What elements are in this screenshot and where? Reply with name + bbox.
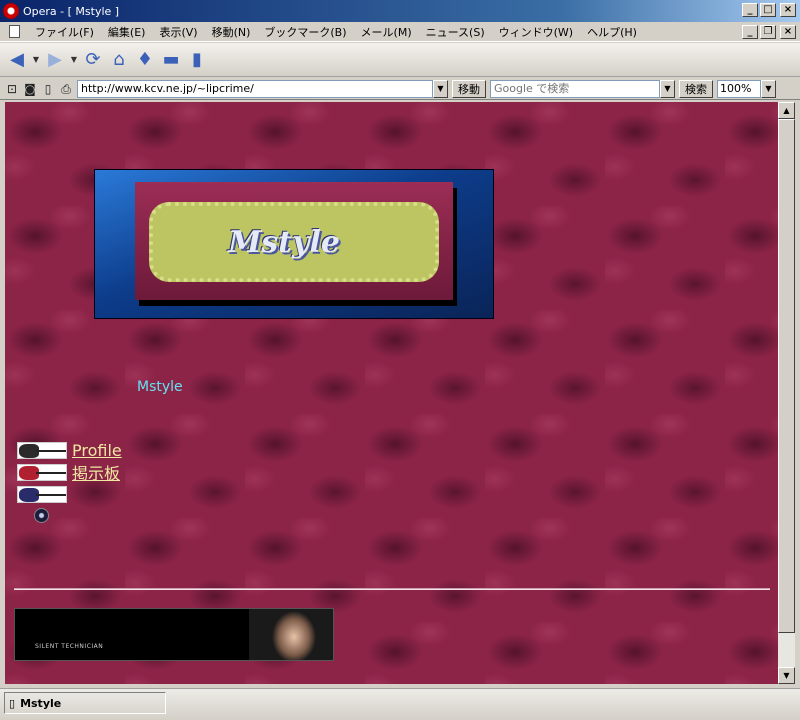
doc-restore-button[interactable]: ❐: [760, 25, 776, 39]
nav-link-profile[interactable]: Profile: [72, 441, 122, 460]
site-banner-image: Mstyle: [94, 169, 494, 319]
page-tab[interactable]: ▯ Mstyle: [4, 692, 166, 714]
menu-view[interactable]: 表示(V): [152, 24, 204, 40]
window-titlebar: Opera - [ Mstyle ] _ □ ×: [0, 0, 800, 22]
nav-item-profile: Profile: [17, 439, 122, 461]
navigation-toolbar: ◀ ▼ ▶ ▼ ⟳ ⌂ ♦ ▬ ▮: [0, 43, 800, 77]
zoom-dropdown-icon[interactable]: ▼: [761, 79, 776, 98]
portrait-photo: [249, 609, 333, 660]
zoom-select[interactable]: 100%: [717, 79, 761, 98]
scroll-up-icon[interactable]: ▲: [778, 102, 795, 119]
reload-icon[interactable]: ⟳: [82, 49, 104, 71]
menu-file[interactable]: ファイル(F): [28, 24, 101, 40]
menu-help[interactable]: ヘルプ(H): [580, 24, 644, 40]
screenshot-icon[interactable]: ◙: [23, 82, 37, 96]
url-input[interactable]: [77, 79, 433, 98]
doc-minimize-button[interactable]: _: [742, 25, 758, 39]
menu-window[interactable]: ウィンドウ(W): [492, 24, 580, 40]
menu-news[interactable]: ニュース(S): [419, 24, 492, 40]
minimize-button[interactable]: _: [742, 3, 758, 17]
close-button[interactable]: ×: [780, 3, 796, 17]
search-input[interactable]: [490, 79, 660, 98]
forward-icon[interactable]: ▶: [44, 49, 66, 71]
vertical-scrollbar[interactable]: ▲ ▼: [778, 102, 795, 684]
window-title: Opera - [ Mstyle ]: [23, 4, 120, 18]
back-history-dropdown-icon[interactable]: ▼: [32, 55, 40, 64]
search-engine-dropdown-icon[interactable]: ▼: [660, 79, 675, 98]
back-icon[interactable]: ◀: [6, 49, 28, 71]
new-page-icon[interactable]: ▮: [186, 49, 208, 71]
document-icon: [9, 25, 20, 38]
menu-bar: ファイル(F) 編集(E) 表示(V) 移動(N) ブックマーク(B) メール(…: [0, 22, 800, 42]
print-preview-icon[interactable]: ⎙: [59, 82, 73, 96]
banner-panel: Mstyle: [135, 182, 453, 300]
guitar-icon[interactable]: [17, 485, 67, 503]
footer-banner-text: SILENT TECHNICIAN: [35, 643, 104, 650]
page-tab-title: Mstyle: [20, 696, 62, 710]
search-button[interactable]: 検索: [679, 79, 713, 98]
banner-label: Mstyle: [149, 202, 439, 282]
menu-navigation[interactable]: 移動(N): [205, 24, 258, 40]
go-button[interactable]: 移動: [452, 79, 486, 98]
menu-mail[interactable]: メール(M): [354, 24, 419, 40]
url-history-dropdown-icon[interactable]: ▼: [433, 79, 448, 98]
forward-history-dropdown-icon[interactable]: ▼: [70, 55, 78, 64]
site-title: Mstyle: [137, 379, 183, 395]
opera-logo-icon: [3, 3, 19, 19]
menu-bookmarks[interactable]: ブックマーク(B): [257, 24, 353, 40]
page-info-icon[interactable]: ▯: [41, 82, 55, 96]
window-controls: _ □ ×: [742, 3, 796, 17]
nav-item-bbs: 掲示板: [17, 461, 122, 483]
nav-link-bbs[interactable]: 掲示板: [72, 460, 120, 484]
status-bar: ▯ Mstyle: [0, 688, 800, 720]
maximize-button[interactable]: □: [760, 3, 776, 17]
footer-banner-image[interactable]: SILENT TECHNICIAN: [14, 608, 334, 661]
print-icon[interactable]: ▬: [160, 49, 182, 71]
doc-close-button[interactable]: ×: [780, 25, 796, 39]
access-counter-icon[interactable]: [34, 508, 49, 523]
scroll-down-icon[interactable]: ▼: [778, 667, 795, 684]
address-bar: ⊡ ◙ ▯ ⎙ ▼ 移動 ▼ 検索 100% ▼: [0, 78, 800, 100]
page-tab-icon: ▯: [9, 696, 16, 710]
guitar-icon: [17, 463, 67, 481]
home-icon[interactable]: ⌂: [108, 49, 130, 71]
security-lock-icon[interactable]: ⊡: [5, 82, 19, 96]
site-nav: Profile 掲示板: [17, 439, 122, 505]
guitar-icon: [17, 441, 67, 459]
banner-logo: Mstyle: [228, 224, 340, 260]
horizontal-rule: [14, 588, 770, 590]
page-viewport: Mstyle Mstyle Profile 掲示板 SILENT TECHNIC…: [5, 102, 778, 684]
nav-item-blank: [17, 483, 122, 505]
document-window-controls: _ ❐ ×: [742, 25, 796, 39]
hotlist-icon[interactable]: ♦: [134, 49, 156, 71]
menu-edit[interactable]: 編集(E): [101, 24, 153, 40]
scrollbar-thumb[interactable]: [778, 119, 795, 633]
